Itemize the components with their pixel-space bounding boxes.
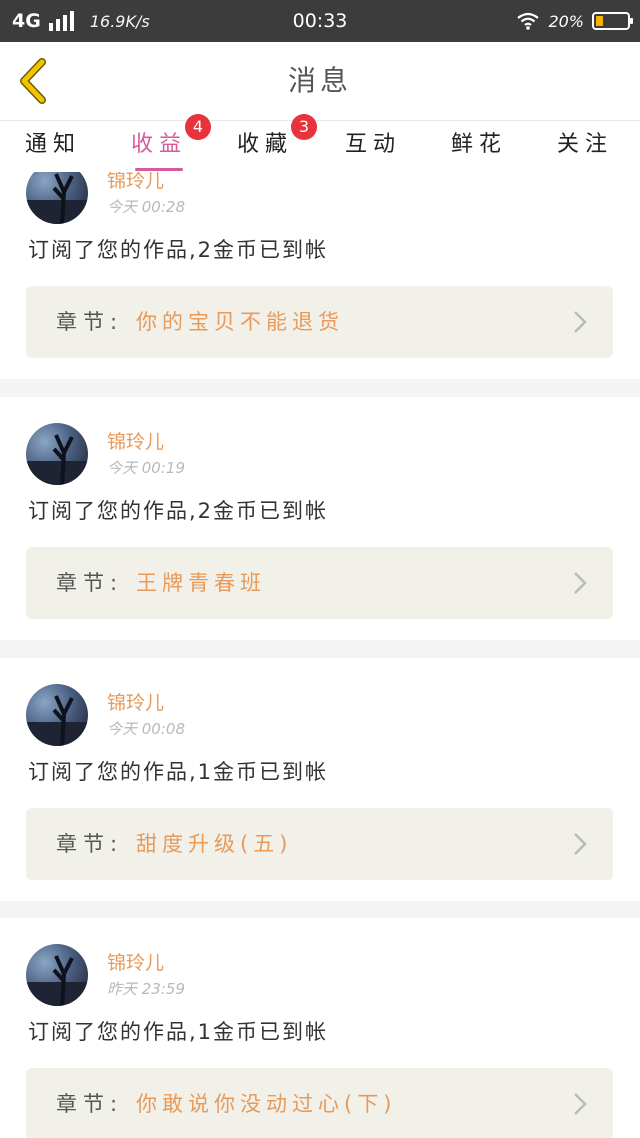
tab-flowers[interactable]: 鲜花	[434, 121, 524, 173]
tab-following[interactable]: 关注	[540, 121, 630, 173]
message-time: 今天 00:28	[107, 198, 185, 216]
tab-notifications[interactable]: 通知	[8, 121, 98, 173]
chapter-link[interactable]: 章节: 你的宝贝不能退货	[26, 286, 613, 358]
username[interactable]: 锦玲儿	[107, 688, 164, 715]
tab-earnings[interactable]: 收益 4	[114, 114, 211, 173]
chapter-label: 章节:	[56, 571, 124, 595]
tab-favorites[interactable]: 收藏 3	[220, 114, 317, 173]
chapter-link[interactable]: 章节: 你敢说你没动过心(下)	[26, 1068, 613, 1138]
tab-label: 关注	[556, 132, 613, 157]
tab-label: 通知	[24, 132, 81, 157]
tab-label: 收益	[130, 132, 187, 157]
tab-label: 互动	[344, 132, 401, 157]
chapter-title: 王牌青春班	[136, 571, 266, 595]
message-text: 订阅了您的作品,1金币已到帐	[28, 1020, 329, 1044]
nav-bar: 消息	[0, 42, 640, 120]
avatar[interactable]	[26, 684, 88, 746]
message-list[interactable]: 锦玲儿 今天 00:28 订阅了您的作品,2金币已到帐 章节: 你的宝贝不能退货…	[0, 172, 640, 1138]
message-time: 昨天 23:59	[107, 980, 185, 998]
username[interactable]: 锦玲儿	[107, 948, 164, 975]
chapter-label: 章节:	[56, 1092, 124, 1116]
page-title: 消息	[287, 64, 352, 97]
chevron-right-icon	[574, 572, 587, 594]
message-time: 今天 00:08	[107, 720, 185, 738]
chevron-right-icon	[574, 1093, 587, 1115]
avatar[interactable]	[26, 172, 88, 224]
message-time: 今天 00:19	[107, 459, 185, 477]
battery-icon	[592, 12, 633, 30]
message-card: 锦玲儿 今天 00:08 订阅了您的作品,1金币已到帐 章节: 甜度升级(五)	[0, 658, 640, 901]
chevron-right-icon	[574, 833, 587, 855]
status-right: 20%	[516, 0, 633, 42]
status-bar: 4G 16.9K/s 00:33 20%	[0, 0, 640, 42]
tab-interactions[interactable]: 互动	[328, 121, 418, 173]
chapter-link[interactable]: 章节: 王牌青春班	[26, 547, 613, 619]
battery-percent: 20%	[548, 11, 584, 31]
chevron-right-icon	[574, 311, 587, 333]
tab-label: 收藏	[236, 132, 293, 157]
tab-badge: 4	[185, 114, 211, 140]
avatar[interactable]	[26, 423, 88, 485]
chapter-title: 你的宝贝不能退货	[136, 310, 344, 334]
message-card: 锦玲儿 今天 00:19 订阅了您的作品,2金币已到帐 章节: 王牌青春班	[0, 397, 640, 640]
tab-badge: 3	[291, 114, 317, 140]
wifi-icon	[517, 12, 540, 30]
message-card: 锦玲儿 昨天 23:59 订阅了您的作品,1金币已到帐 章节: 你敢说你没动过心…	[0, 918, 640, 1138]
chapter-title: 你敢说你没动过心(下)	[136, 1092, 397, 1116]
username[interactable]: 锦玲儿	[107, 172, 164, 193]
battery-fill	[596, 16, 603, 26]
message-text: 订阅了您的作品,1金币已到帐	[28, 760, 329, 784]
chapter-label: 章节:	[56, 310, 124, 334]
avatar[interactable]	[26, 944, 88, 1006]
tab-label: 鲜花	[450, 132, 507, 157]
message-text: 订阅了您的作品,2金币已到帐	[28, 499, 329, 523]
username[interactable]: 锦玲儿	[107, 427, 164, 454]
active-tab-indicator	[135, 168, 183, 171]
chapter-label: 章节:	[56, 832, 124, 856]
tab-bar: 通知 收益 4 收藏 3 互动 鲜花 关注	[0, 114, 640, 173]
message-text: 订阅了您的作品,2金币已到帐	[28, 238, 329, 262]
message-card: 锦玲儿 今天 00:28 订阅了您的作品,2金币已到帐 章节: 你的宝贝不能退货	[0, 172, 640, 379]
chapter-link[interactable]: 章节: 甜度升级(五)	[26, 808, 613, 880]
chapter-title: 甜度升级(五)	[136, 832, 293, 856]
